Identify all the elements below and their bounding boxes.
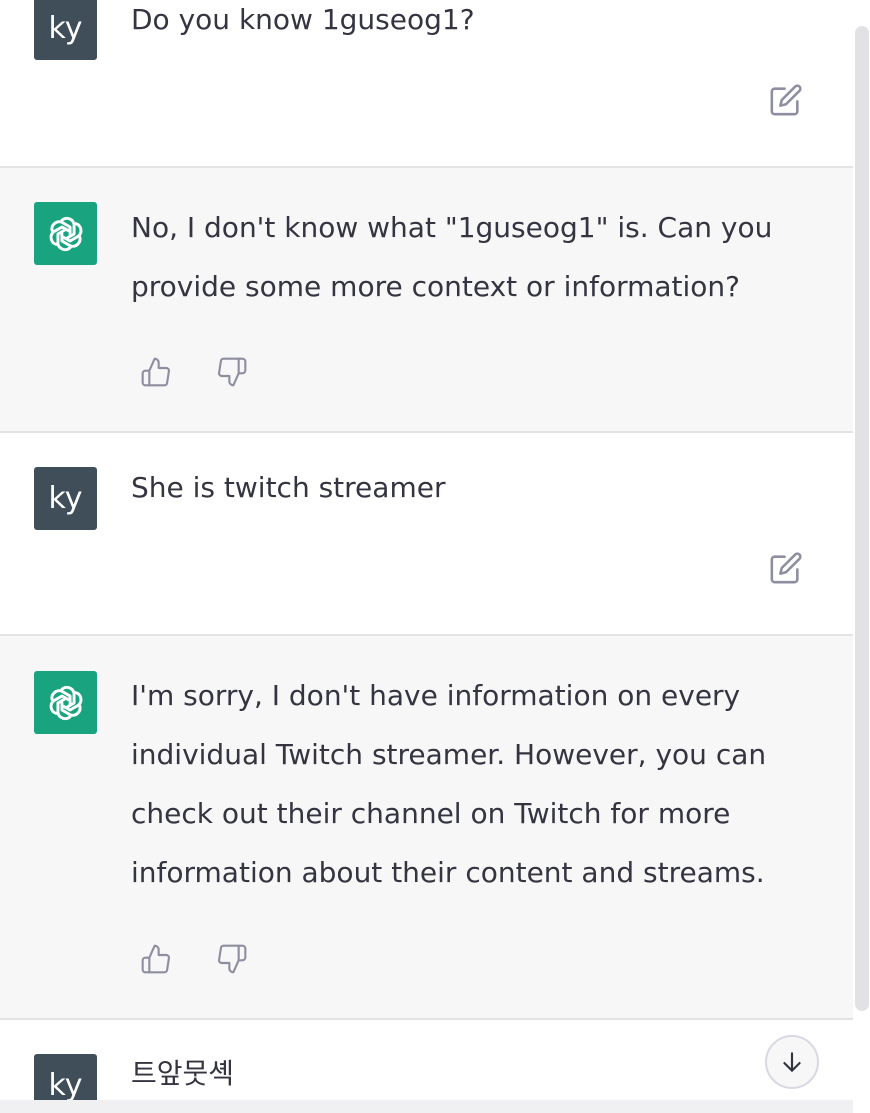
scroll-to-bottom-button[interactable] — [765, 1035, 819, 1089]
message-row-user: ky Do you know 1guseog1? — [0, 0, 853, 166]
openai-logo-icon — [49, 216, 82, 251]
thumbs-down-button[interactable] — [212, 352, 252, 392]
user-message-text: 트앞뭇셱 — [131, 1057, 235, 1090]
message-row-assistant: I'm sorry, I don't have information on e… — [0, 636, 853, 1018]
user-avatar-initials: ky — [48, 11, 83, 46]
bottom-edge — [0, 1100, 853, 1113]
scrollbar-thumb[interactable] — [855, 26, 869, 1011]
thumbs-up-button[interactable] — [136, 352, 176, 392]
thumbs-up-icon — [141, 944, 170, 974]
thumbs-up-button[interactable] — [136, 939, 176, 979]
assistant-avatar — [34, 202, 97, 265]
thumbs-down-icon — [218, 944, 247, 974]
edit-button[interactable] — [766, 80, 806, 120]
user-avatar: ky — [34, 0, 97, 60]
message-row-user: ky 트앞뭇셱 — [0, 1020, 853, 1100]
thumbs-down-icon — [218, 357, 247, 387]
user-avatar-initials: ky — [48, 1068, 83, 1100]
thumbs-down-button[interactable] — [212, 939, 252, 979]
edit-icon — [770, 552, 802, 584]
edit-icon — [770, 84, 802, 116]
user-avatar: ky — [34, 1054, 97, 1100]
user-avatar-initials: ky — [48, 481, 83, 516]
edit-button[interactable] — [766, 548, 806, 588]
user-message-text: She is twitch streamer — [131, 471, 446, 504]
assistant-message-text: I'm sorry, I don't have information on e… — [131, 679, 767, 889]
assistant-message-text: No, I don't know what "1guseog1" is. Can… — [131, 211, 773, 303]
message-row-user: ky She is twitch streamer — [0, 433, 853, 634]
user-avatar: ky — [34, 467, 97, 530]
thumbs-up-icon — [141, 357, 170, 387]
openai-logo-icon — [49, 685, 82, 720]
message-row-assistant: No, I don't know what "1guseog1" is. Can… — [0, 168, 853, 431]
user-message-text: Do you know 1guseog1? — [131, 3, 475, 36]
arrow-down-icon — [783, 1052, 801, 1072]
assistant-avatar — [34, 671, 97, 734]
